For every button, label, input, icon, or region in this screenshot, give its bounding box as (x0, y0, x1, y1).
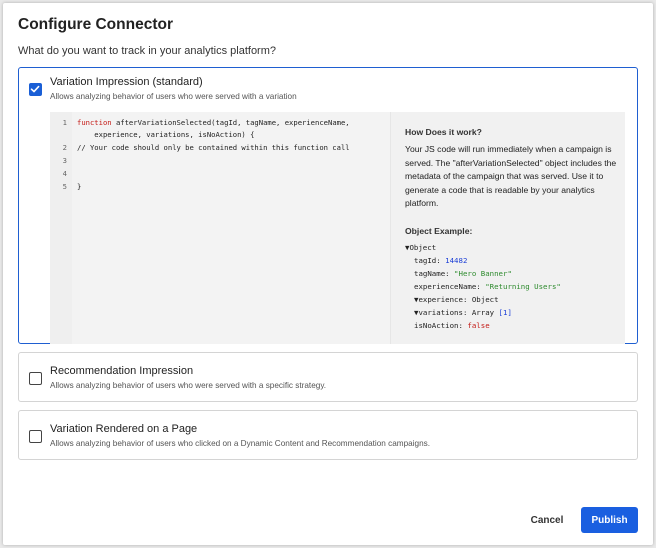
option-description: Allows analyzing behavior of users who w… (50, 92, 297, 101)
object-experience: ▼experience: Object (414, 295, 499, 304)
how-it-works-panel: How Does it work? Your JS code will run … (390, 112, 625, 344)
line-number: 1 (62, 118, 67, 127)
line-number: 4 (62, 169, 67, 178)
object-key: tagId: (414, 256, 446, 265)
object-tagname: tagName: "Hero Banner" (414, 269, 512, 278)
object-experiencename: experienceName: "Returning Users" (414, 282, 561, 291)
line-number: 3 (62, 156, 67, 165)
object-tagid: tagId: 14482 (414, 256, 467, 265)
object-variations: ▼variations: Array [1] (414, 308, 512, 317)
option-label: Recommendation Impression (50, 365, 194, 377)
code-text: experience, variations, isNoAction) { (77, 130, 255, 139)
object-key: isNoAction: (414, 321, 468, 330)
publish-button[interactable]: Publish (581, 507, 638, 533)
object-isnoaction: isNoAction: false (414, 321, 490, 330)
cancel-button[interactable]: Cancel (517, 508, 577, 532)
checkbox-variation-impression[interactable] (29, 83, 42, 96)
object-value: "Hero Banner" (454, 269, 512, 278)
option-variation-rendered[interactable]: Variation Rendered on a Page Allows anal… (18, 410, 638, 460)
option-variation-impression[interactable]: Variation Impression (standard) Allows a… (18, 67, 638, 344)
code-text: } (77, 182, 82, 191)
object-value: [1] (498, 308, 512, 317)
object-key: experienceName: (414, 282, 486, 291)
checkbox-recommendation-impression[interactable] (29, 372, 42, 385)
option-recommendation-impression[interactable]: Recommendation Impression Allows analyzi… (18, 352, 638, 402)
object-value: "Returning Users" (485, 282, 561, 291)
object-key: tagName: (414, 269, 455, 278)
object-root: ▼Object (405, 243, 437, 252)
dialog-title: Configure Connector (18, 16, 173, 33)
check-icon (30, 85, 40, 93)
code-text: function afterVariationSelected(tagId, t… (77, 117, 350, 130)
object-key: ▼variations: Array (414, 308, 499, 317)
configure-connector-dialog: Configure Connector What do you want to … (3, 3, 653, 545)
object-example-title: Object Example: (405, 226, 473, 236)
info-body: Your JS code will run immediately when a… (405, 144, 617, 208)
line-number: 2 (62, 143, 67, 152)
checkbox-variation-rendered[interactable] (29, 430, 42, 443)
option-label: Variation Rendered on a Page (50, 423, 198, 435)
object-value: 14482 (445, 256, 468, 265)
option-label: Variation Impression (standard) (50, 76, 203, 88)
code-panel: 1 function afterVariationSelected(tagId,… (50, 112, 625, 344)
option-description: Allows analyzing behavior of users who w… (50, 381, 327, 390)
dialog-subtitle: What do you want to track in your analyt… (18, 45, 277, 57)
code-comment: // Your code should only be contained wi… (77, 143, 350, 152)
code-keyword: function (77, 118, 112, 127)
object-value: false (467, 321, 490, 330)
option-description: Allows analyzing behavior of users who c… (50, 439, 431, 448)
code-editor[interactable]: 1 function afterVariationSelected(tagId,… (50, 112, 390, 344)
code-rest: afterVariationSelected(tagId, tagName, e… (111, 118, 350, 127)
line-number: 5 (62, 182, 67, 191)
info-title: How Does it work? (405, 127, 482, 137)
